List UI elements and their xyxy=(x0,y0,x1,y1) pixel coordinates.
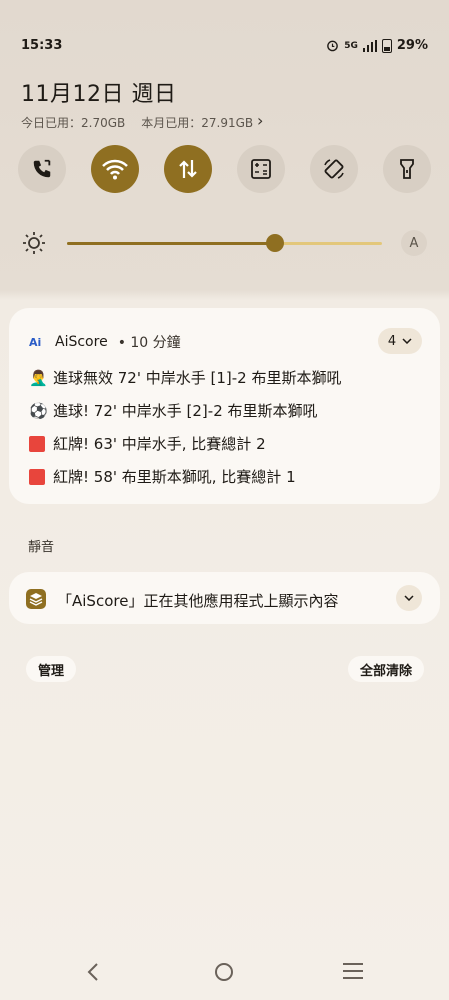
brightness-slider[interactable] xyxy=(67,242,382,245)
red-card-icon xyxy=(29,435,45,452)
brightness-fill xyxy=(67,242,275,245)
brightness-thumb[interactable] xyxy=(265,234,284,252)
silent-section-header: 靜音 xyxy=(28,540,55,555)
month-usage: 本月已用：27.91GB xyxy=(141,116,254,130)
back-button[interactable] xyxy=(86,962,100,982)
back-icon xyxy=(87,963,98,981)
network-label: 5G xyxy=(344,40,358,51)
notification-count: 4 xyxy=(387,333,397,349)
red-card-icon xyxy=(29,468,45,485)
home-button[interactable] xyxy=(214,962,234,982)
battery-percent: 29% xyxy=(396,38,428,53)
app-name: AiScore xyxy=(55,334,108,350)
today-usage: 今日已用：2.70GB xyxy=(21,116,126,130)
notification-line: 紅牌! 58' 布里斯本獅吼, 比賽總計 1 xyxy=(29,466,296,487)
status-bar: 15:33 5G 29% xyxy=(21,38,428,56)
home-icon xyxy=(215,963,233,981)
notification-line: 🤦‍♂️ 進球無效 72' 中岸水手 [1]-2 布里斯本獅吼 xyxy=(29,367,342,388)
auto-brightness-button[interactable]: A xyxy=(401,230,427,256)
signal-icon xyxy=(362,39,377,52)
aiscore-logo-icon: Ai xyxy=(29,335,42,349)
expand-button[interactable] xyxy=(396,585,422,611)
notification-line: 紅牌! 63' 中岸水手, 比賽總計 2 xyxy=(29,433,266,454)
call-toggle[interactable] xyxy=(18,145,66,193)
battery-icon xyxy=(381,38,392,53)
quick-settings xyxy=(18,145,431,195)
call-icon xyxy=(33,159,51,178)
calculator-icon xyxy=(251,159,271,179)
notification-text: 紅牌! 58' 布里斯本獅吼, 比賽總計 1 xyxy=(53,468,296,486)
recents-button[interactable] xyxy=(342,962,364,980)
notification-text: 進球! 72' 中岸水手 [2]-2 布里斯本獅吼 xyxy=(53,402,318,420)
wifi-toggle[interactable] xyxy=(91,145,139,193)
chevron-down-icon xyxy=(404,595,414,601)
notification-text: 進球無效 72' 中岸水手 [1]-2 布里斯本獅吼 xyxy=(53,369,342,387)
soccer-ball-emoji-icon: ⚽ xyxy=(29,401,48,420)
calculator-toggle[interactable] xyxy=(237,145,285,193)
notification-text: 紅牌! 63' 中岸水手, 比賽總計 2 xyxy=(53,435,266,453)
wifi-icon xyxy=(102,159,128,180)
brightness-icon xyxy=(23,232,45,254)
flashlight-toggle[interactable] xyxy=(383,145,431,193)
silent-notification[interactable]: 「AiScore」正在其他應用程式上顯示內容 xyxy=(9,572,440,624)
navigation-bar xyxy=(0,952,449,992)
date-label: 11月12日 週日 xyxy=(21,82,177,107)
rotate-icon xyxy=(324,159,344,179)
notification-time: • 10 分鐘 xyxy=(117,335,181,351)
data-icon xyxy=(179,160,197,178)
data-usage[interactable]: 今日已用：2.70GB 本月已用：27.91GB › xyxy=(21,111,263,131)
mobile-data-toggle[interactable] xyxy=(164,145,212,193)
overlay-notification-text: 「AiScore」正在其他應用程式上顯示內容 xyxy=(57,592,339,610)
manage-button[interactable]: 管理 xyxy=(26,656,77,682)
menu-icon xyxy=(343,963,363,979)
status-time: 15:33 xyxy=(21,38,63,53)
chevron-right-icon[interactable]: › xyxy=(257,111,263,130)
notification-count-button[interactable]: 4 xyxy=(378,328,422,354)
brightness-row: A xyxy=(22,230,427,258)
clear-all-button[interactable]: 全部清除 xyxy=(347,656,424,682)
flashlight-icon xyxy=(400,159,414,179)
rotate-toggle[interactable] xyxy=(310,145,358,193)
alarm-icon xyxy=(327,40,339,52)
notification-line: ⚽ 進球! 72' 中岸水手 [2]-2 布里斯本獅吼 xyxy=(29,400,318,421)
chevron-down-icon xyxy=(402,338,412,344)
layers-app-icon xyxy=(26,589,46,609)
facepalm-emoji-icon: 🤦‍♂️ xyxy=(29,368,48,387)
aiscore-notification[interactable]: Ai AiScore • 10 分鐘 4 🤦‍♂️ 進球無效 72' 中岸水手 … xyxy=(9,308,440,504)
